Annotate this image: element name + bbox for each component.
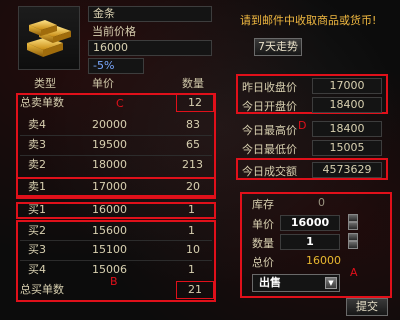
sell-order-row[interactable]: 卖3 19500 65 xyxy=(16,137,206,153)
buy-price: 15600 xyxy=(92,224,127,237)
buy-order-row[interactable]: 买1 16000 1 xyxy=(16,202,206,218)
buy-total-box xyxy=(176,281,214,299)
sell-price: 18000 xyxy=(92,158,127,171)
current-price-value: 16000 xyxy=(88,40,212,56)
stock-value: 0 xyxy=(318,196,325,209)
buy-type: 买4 xyxy=(28,263,46,276)
buy-order-row[interactable]: 买3 15100 10 xyxy=(16,242,206,258)
stock-label: 库存 xyxy=(252,198,274,211)
market-stats: 昨日收盘价 17000 今日开盘价 18400 D 今日最高价 18400 今日… xyxy=(236,74,392,184)
sell-total-label: 总卖单数 xyxy=(20,96,64,109)
stat-value: 17000 xyxy=(312,78,382,94)
total-price-label: 总价 xyxy=(252,256,274,269)
sell-type: 卖1 xyxy=(28,180,46,193)
unit-price-label: 单价 xyxy=(252,218,274,231)
sell-type: 卖2 xyxy=(28,158,46,171)
trade-mode-select[interactable]: 出售 ▼ xyxy=(252,274,340,292)
marker-c: C xyxy=(116,97,124,110)
header-price: 单价 xyxy=(92,77,114,90)
buy-type: 买1 xyxy=(28,203,46,216)
stat-value: 18400 xyxy=(312,97,382,113)
sell-order-row[interactable]: 卖1 17000 20 xyxy=(16,179,206,195)
sell-order-row[interactable]: 卖4 20000 83 xyxy=(16,117,206,133)
buy-order-row[interactable]: 买2 15600 1 xyxy=(16,223,206,239)
submit-button[interactable]: 提交 xyxy=(346,298,388,316)
sell-price: 17000 xyxy=(92,180,127,193)
table-header: 类型 单价 数量 xyxy=(16,76,206,92)
buy-qty: 10 xyxy=(186,243,200,256)
stat-value: 18400 xyxy=(312,121,382,137)
current-price-label: 当前价格 xyxy=(92,25,136,38)
sell-type: 卖3 xyxy=(28,138,46,151)
price-change: -5% xyxy=(88,58,144,74)
sell-qty: 213 xyxy=(182,158,203,171)
item-icon-frame xyxy=(18,6,80,70)
quantity-stepper[interactable] xyxy=(348,233,358,249)
unit-price-stepper[interactable] xyxy=(348,214,358,230)
sell-qty: 20 xyxy=(186,180,200,193)
buy-type: 买3 xyxy=(28,243,46,256)
sell-price: 20000 xyxy=(92,118,127,131)
buy-type: 买2 xyxy=(28,224,46,237)
stat-label: 今日最高价 xyxy=(242,124,297,137)
sell-order-row[interactable]: 卖2 18000 213 xyxy=(16,157,206,173)
order-book: 类型 单价 数量 总卖单数 12 C 卖4 20000 83 卖3 19500 … xyxy=(16,74,216,304)
total-price-value: 16000 xyxy=(306,254,341,267)
buy-qty: 1 xyxy=(188,263,195,276)
marker-a: A xyxy=(350,266,358,279)
buy-price: 16000 xyxy=(92,203,127,216)
sell-qty: 65 xyxy=(186,138,200,151)
buy-qty: 1 xyxy=(188,203,195,216)
header-type: 类型 xyxy=(34,77,56,90)
quantity-label: 数量 xyxy=(252,237,274,250)
unit-price-input[interactable]: 16000 xyxy=(280,215,340,231)
item-name: 金条 xyxy=(88,6,212,22)
gold-bars-icon xyxy=(27,20,71,57)
stat-value: 15005 xyxy=(312,140,382,156)
sell-price: 19500 xyxy=(92,138,127,151)
marker-d: D xyxy=(298,119,307,132)
sell-type: 卖4 xyxy=(28,118,46,131)
increase-icon[interactable] xyxy=(348,233,358,241)
dropdown-arrow-icon: ▼ xyxy=(325,277,337,289)
buy-price: 15100 xyxy=(92,243,127,256)
sell-qty: 83 xyxy=(186,118,200,131)
stat-label: 今日最低价 xyxy=(242,143,297,156)
stat-label: 昨日收盘价 xyxy=(242,81,297,94)
mail-notice: 请到邮件中收取商品或货币! xyxy=(240,14,377,27)
buy-total-label: 总买单数 xyxy=(20,283,64,296)
stat-label: 今日成交额 xyxy=(242,165,297,178)
stat-value: 4573629 xyxy=(312,162,382,178)
decrease-icon[interactable] xyxy=(348,222,358,230)
quantity-input[interactable]: 1 xyxy=(280,234,340,250)
header-qty: 数量 xyxy=(182,77,204,90)
stat-label: 今日开盘价 xyxy=(242,100,297,113)
decrease-icon[interactable] xyxy=(348,241,358,249)
buy-qty: 1 xyxy=(188,224,195,237)
sell-total-box xyxy=(176,94,214,112)
trend-7day-button[interactable]: 7天走势 xyxy=(254,38,302,56)
increase-icon[interactable] xyxy=(348,214,358,222)
trade-mode-value: 出售 xyxy=(259,276,281,289)
